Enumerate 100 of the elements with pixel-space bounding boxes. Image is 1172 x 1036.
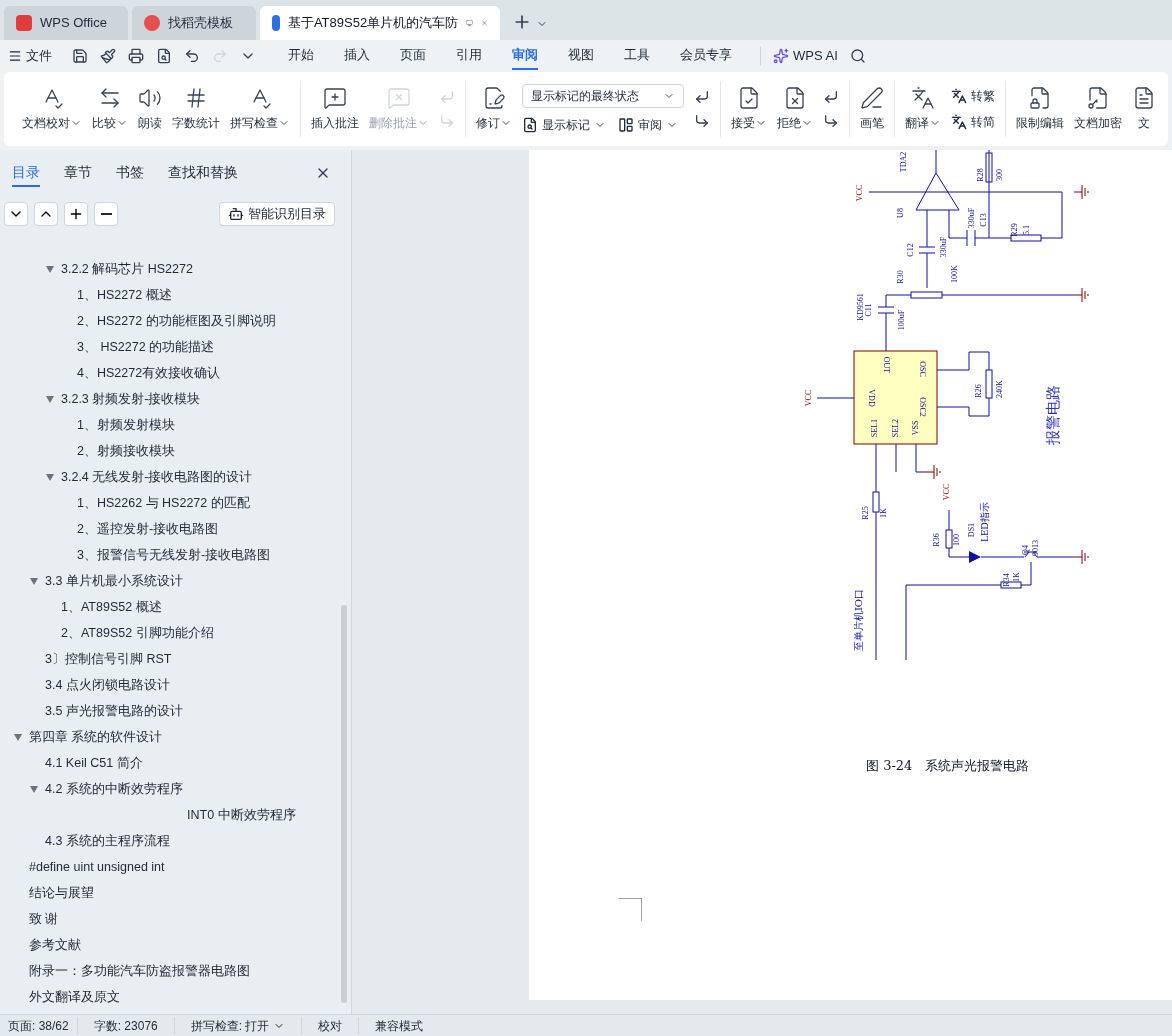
component-label: 330uF	[966, 207, 976, 229]
scrollbar[interactable]	[341, 605, 347, 1003]
menu-tab[interactable]: 审阅	[512, 42, 538, 70]
spell-check-toggle[interactable]: 拼写检查: 打开	[174, 1016, 303, 1035]
ribbon-button[interactable]: 比较	[88, 78, 132, 140]
ribbon-button[interactable]: 翻译	[901, 78, 945, 140]
document-tab[interactable]: WPS Office	[4, 6, 128, 40]
toc-item[interactable]: 4.1 Keil C51 简介	[0, 750, 351, 776]
component-label: R26	[973, 384, 983, 398]
component-label: LED指示	[979, 502, 991, 542]
add-button[interactable]	[64, 202, 88, 226]
expand-triangle-icon[interactable]	[46, 473, 54, 481]
expand-up-button[interactable]	[34, 202, 58, 226]
sidebar-tab[interactable]: 查找和替换	[168, 159, 238, 187]
undo-icon[interactable]	[184, 48, 200, 64]
toc-item[interactable]: 2、AT89S52 引脚功能介绍	[0, 620, 351, 646]
component-label: 330uF	[938, 236, 948, 258]
menu-tab[interactable]: 引用	[456, 42, 482, 70]
toc-item[interactable]: INT0 中断效劳程序	[0, 802, 351, 828]
sidebar-tab[interactable]: 书签	[116, 159, 144, 187]
toc-item[interactable]: 1、AT89S52 概述	[0, 594, 351, 620]
markup-dropdown[interactable]: 显示标记的最终状态	[522, 84, 684, 108]
toc-item[interactable]: 1、HS2262 与 HS2272 的匹配	[0, 490, 351, 516]
toc-item[interactable]: 致 谢	[0, 906, 351, 932]
menu-tab[interactable]: 会员专享	[680, 42, 732, 70]
page-count: 页面: 38/62	[0, 1016, 78, 1035]
save-icon[interactable]	[72, 48, 88, 64]
file-menu[interactable]: 文件	[8, 46, 52, 66]
menu-tab[interactable]: 工具	[624, 42, 650, 70]
resistor-symbol	[985, 369, 993, 399]
print-icon[interactable]	[128, 48, 144, 64]
ribbon-button[interactable]: 插入批注	[307, 78, 363, 140]
toc-item[interactable]: 1、射频发射模块	[0, 412, 351, 438]
ribbon-button[interactable]: 朗读	[134, 78, 166, 140]
brush-icon[interactable]	[100, 48, 116, 64]
ribbon-button[interactable]: 修订	[472, 78, 516, 140]
toc-item[interactable]: 1、HS2272 概述	[0, 282, 351, 308]
toc-item[interactable]: 第四章 系统的软件设计	[0, 724, 351, 750]
traditional-button[interactable]: 转繁	[951, 87, 995, 105]
toc-item[interactable]: 3.2.2 解码芯片 HS2272	[0, 256, 351, 282]
menu-tab[interactable]: 视图	[568, 42, 594, 70]
toc-item[interactable]: 2、遥控发射-接收电路图	[0, 516, 351, 542]
toc-item[interactable]: #define uint unsigned int	[0, 854, 351, 880]
ribbon-button[interactable]: 限制编辑	[1012, 78, 1068, 140]
expand-triangle-icon[interactable]	[14, 733, 22, 741]
toc-item[interactable]: 3、 HS2272 的功能描述	[0, 334, 351, 360]
ribbon-button[interactable]: 画笔	[856, 78, 888, 140]
reply-icon[interactable]	[694, 89, 710, 105]
toc-item[interactable]: 3、报警信号无线发射-接收电路图	[0, 542, 351, 568]
forward-icon[interactable]	[694, 113, 710, 129]
ai-button[interactable]: WPS AI	[760, 46, 838, 66]
sidebar-tab[interactable]: 目录	[12, 159, 40, 187]
toc-item[interactable]: 3.2.4 无线发射-接收电路图的设计	[0, 464, 351, 490]
toc-item[interactable]: 结论与展望	[0, 880, 351, 906]
expand-triangle-icon[interactable]	[46, 265, 54, 273]
document-tab[interactable]: 找稻壳模板	[132, 6, 256, 40]
toc-item[interactable]: 2、射频接收模块	[0, 438, 351, 464]
menu-tab[interactable]: 插入	[344, 42, 370, 70]
ribbon-button[interactable]: 拼写检查	[226, 78, 294, 140]
component-label: 100uF	[896, 309, 906, 331]
print-preview-icon[interactable]	[156, 48, 172, 64]
toc-item[interactable]: 附录一：多功能汽车防盗报警器电路图	[0, 958, 351, 984]
ribbon-button[interactable]: 文档加密	[1070, 78, 1126, 140]
expand-triangle-icon[interactable]	[30, 577, 38, 585]
ribbon-button[interactable]: 文	[1128, 78, 1160, 140]
sidebar-tab[interactable]: 章节	[64, 159, 92, 187]
capacitor-symbol	[877, 306, 895, 314]
component-label: 1K	[1011, 572, 1021, 582]
expand-triangle-icon[interactable]	[46, 395, 54, 403]
expand-triangle-icon[interactable]	[30, 785, 38, 793]
toc-item[interactable]: 4、HS2272有效接收确认	[0, 360, 351, 386]
remove-button[interactable]	[94, 202, 118, 226]
reply-icon[interactable]	[823, 89, 839, 105]
smart-toc-button[interactable]: 智能识别目录	[219, 202, 335, 226]
toc-item[interactable]: 3.5 声光报警电路的设计	[0, 698, 351, 724]
ribbon-button[interactable]: 文档校对	[18, 78, 86, 140]
toc-item[interactable]: 外文翻译及原文	[0, 984, 351, 1010]
document-tab[interactable]: 基于AT89S52单片机的汽车防	[260, 6, 500, 40]
toc-item[interactable]: 3.4 点火闭锁电路设计	[0, 672, 351, 698]
toc-item[interactable]: 3.3 单片机最小系统设计	[0, 568, 351, 594]
menu-tab[interactable]: 页面	[400, 42, 426, 70]
proofread-button[interactable]: 校对	[302, 1016, 360, 1035]
search-icon[interactable]	[849, 48, 866, 64]
ribbon-button[interactable]: 字数统计	[168, 78, 224, 140]
resistor-symbol	[985, 152, 993, 183]
menu-tab[interactable]: 开始	[288, 42, 314, 70]
toc-item[interactable]: 4.3 系统的主程序流程	[0, 828, 351, 854]
toc-item[interactable]: 3〕控制信号引脚 RST	[0, 646, 351, 672]
ribbon-button[interactable]: 拒绝	[773, 78, 817, 140]
toc-item[interactable]: 3.2.3 射频发射-接收模块	[0, 386, 351, 412]
toc-item[interactable]: 4.2 系统的中断效劳程序	[0, 776, 351, 802]
simplified-button[interactable]: 转简	[951, 113, 995, 131]
review-pane-button[interactable]: 审阅	[618, 116, 678, 134]
ribbon-button[interactable]: 接受	[727, 78, 771, 140]
collapse-button[interactable]	[4, 202, 28, 226]
led-symbol	[969, 551, 981, 563]
toc-item[interactable]: 2、HS2272 的功能框图及引脚说明	[0, 308, 351, 334]
toc-item[interactable]: 参考文献	[0, 932, 351, 958]
forward-icon[interactable]	[823, 113, 839, 129]
show-markup-button[interactable]: 显示标记	[522, 116, 606, 134]
